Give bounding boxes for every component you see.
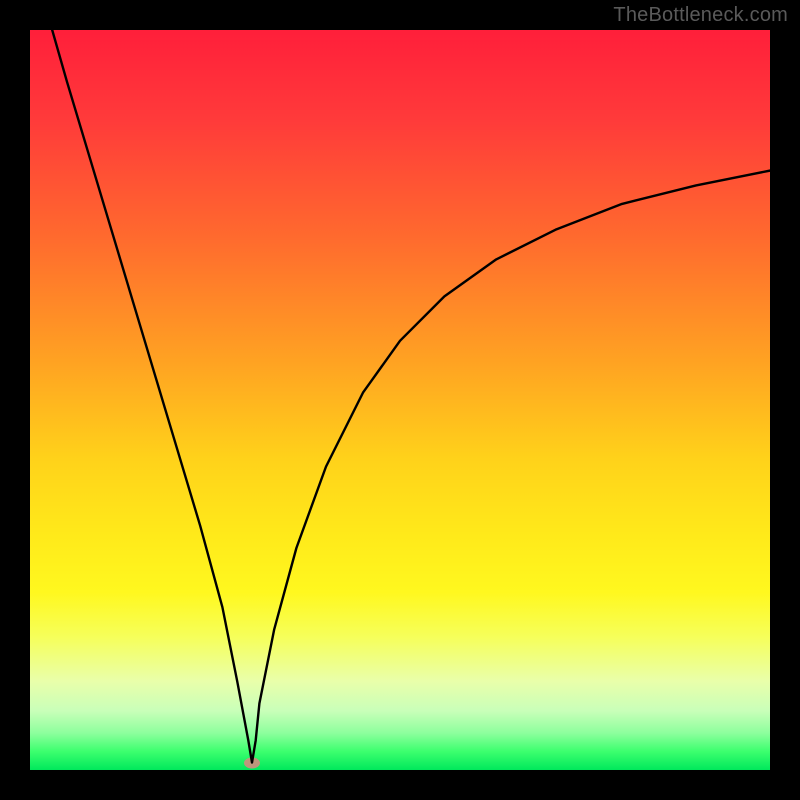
plot-area — [30, 30, 770, 770]
bottleneck-curve — [30, 30, 770, 770]
chart-frame: TheBottleneck.com — [0, 0, 800, 800]
watermark-text: TheBottleneck.com — [613, 4, 788, 27]
